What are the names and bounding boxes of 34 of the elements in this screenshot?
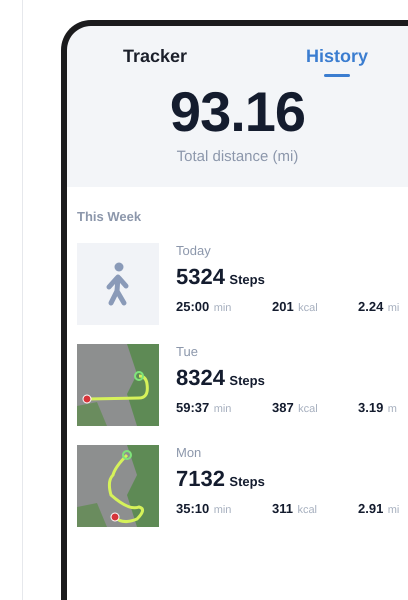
calories-unit: kcal [297, 504, 317, 516]
duration-unit: min [214, 504, 232, 516]
distance-unit: mi [388, 302, 400, 314]
step-count: 8324 [176, 365, 225, 390]
duration-unit: min [214, 302, 232, 314]
duration-unit: min [214, 403, 232, 415]
calories-unit: kcal [298, 302, 318, 314]
distance-unit: m [388, 403, 397, 415]
route-map-thumbnail[interactable] [77, 445, 159, 527]
calories-value: 201 [272, 299, 294, 314]
route-map-thumbnail[interactable] [77, 344, 159, 426]
activity-day: Tue [176, 344, 397, 359]
section-title: This Week [77, 209, 142, 224]
total-distance-label: Total distance (mi) [176, 148, 300, 165]
tab[interactable]: History [306, 46, 368, 77]
calories-value: 311 [272, 501, 293, 516]
distance-value: 2.24 [358, 299, 384, 314]
duration-value: 59:37 [176, 400, 210, 415]
distance-value: 3.19 [358, 400, 384, 415]
steps-unit: Steps [229, 373, 265, 388]
activity-day: Today [176, 243, 400, 258]
activity-day: Mon [176, 445, 400, 460]
distance-value: 2.91 [358, 501, 384, 516]
steps-unit: Steps [229, 272, 265, 287]
step-count: 7132 [176, 466, 225, 491]
total-distance-value: 93.16 [168, 79, 306, 144]
steps-unit: Steps [229, 474, 265, 489]
duration-value: 25:00 [176, 299, 210, 314]
tab[interactable]: Tracker [123, 46, 188, 77]
step-count: 5324 [176, 264, 225, 289]
calories-unit: kcal [298, 403, 318, 415]
calories-value: 387 [272, 400, 294, 415]
distance-unit: mi [388, 504, 400, 516]
duration-value: 35:10 [176, 501, 210, 516]
